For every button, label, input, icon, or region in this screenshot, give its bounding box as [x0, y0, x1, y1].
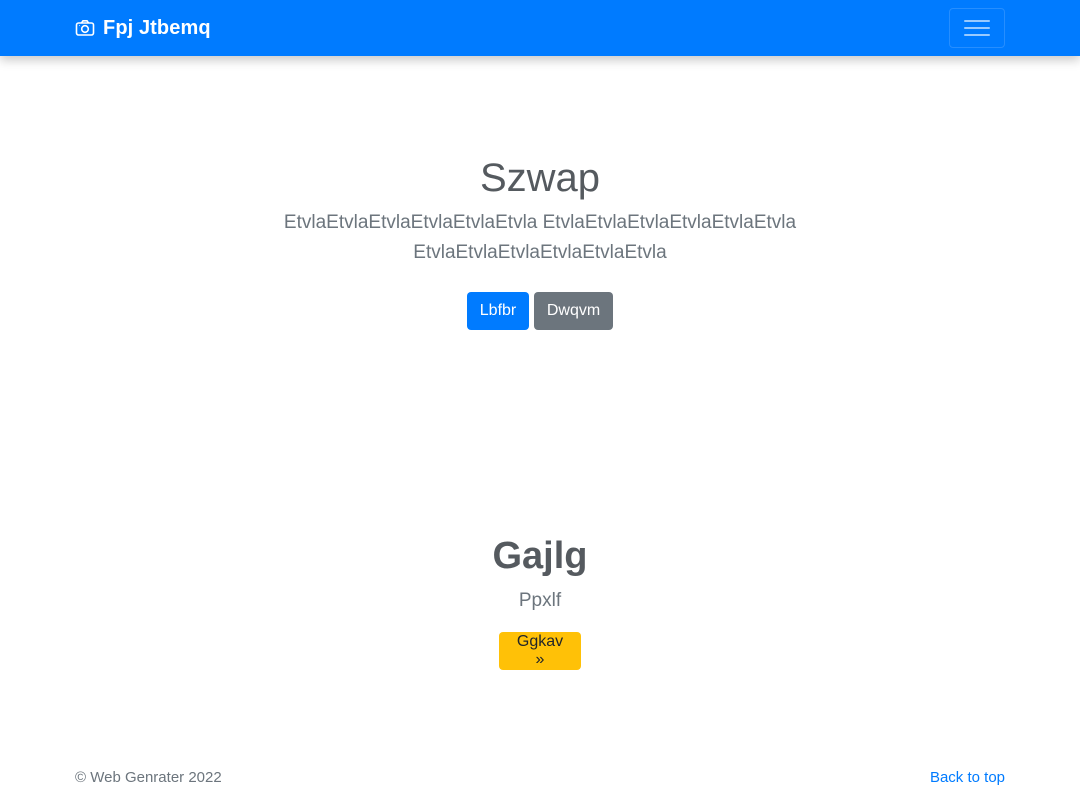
feature-section: Gajlg Ppxlf Ggkav » [0, 530, 1080, 670]
brand-name: Fpj Jtbemq [103, 16, 211, 39]
footer-copyright: © Web Genrater 2022 [75, 769, 222, 786]
hero-title: Szwap [479, 156, 601, 200]
navbar-toggler-button[interactable] [949, 8, 1005, 48]
feature-title: Gajlg [492, 535, 588, 577]
feature-button-group: Ggkav » [0, 632, 1080, 670]
hero-section: Szwap EtvlaEtvlaEtvlaEtvlaEtvlaEtvla Etv… [0, 150, 1080, 330]
secondary-action-button[interactable]: Dwqvm [534, 292, 613, 330]
camera-icon [75, 18, 95, 38]
primary-action-button[interactable]: Lbfbr [467, 292, 529, 330]
hamburger-menu-icon [964, 18, 990, 38]
back-to-top-link[interactable]: Back to top [930, 768, 1005, 788]
feature-action-button[interactable]: Ggkav » [499, 632, 581, 670]
hero-lead-text: EtvlaEtvlaEtvlaEtvlaEtvlaEtvla EtvlaEtvl… [283, 212, 797, 263]
brand-link[interactable]: Fpj Jtbemq [75, 0, 211, 56]
hero-button-group: Lbfbr Dwqvm [0, 292, 1080, 330]
navbar: Fpj Jtbemq [0, 0, 1080, 56]
feature-subtitle: Ppxlf [518, 590, 562, 611]
